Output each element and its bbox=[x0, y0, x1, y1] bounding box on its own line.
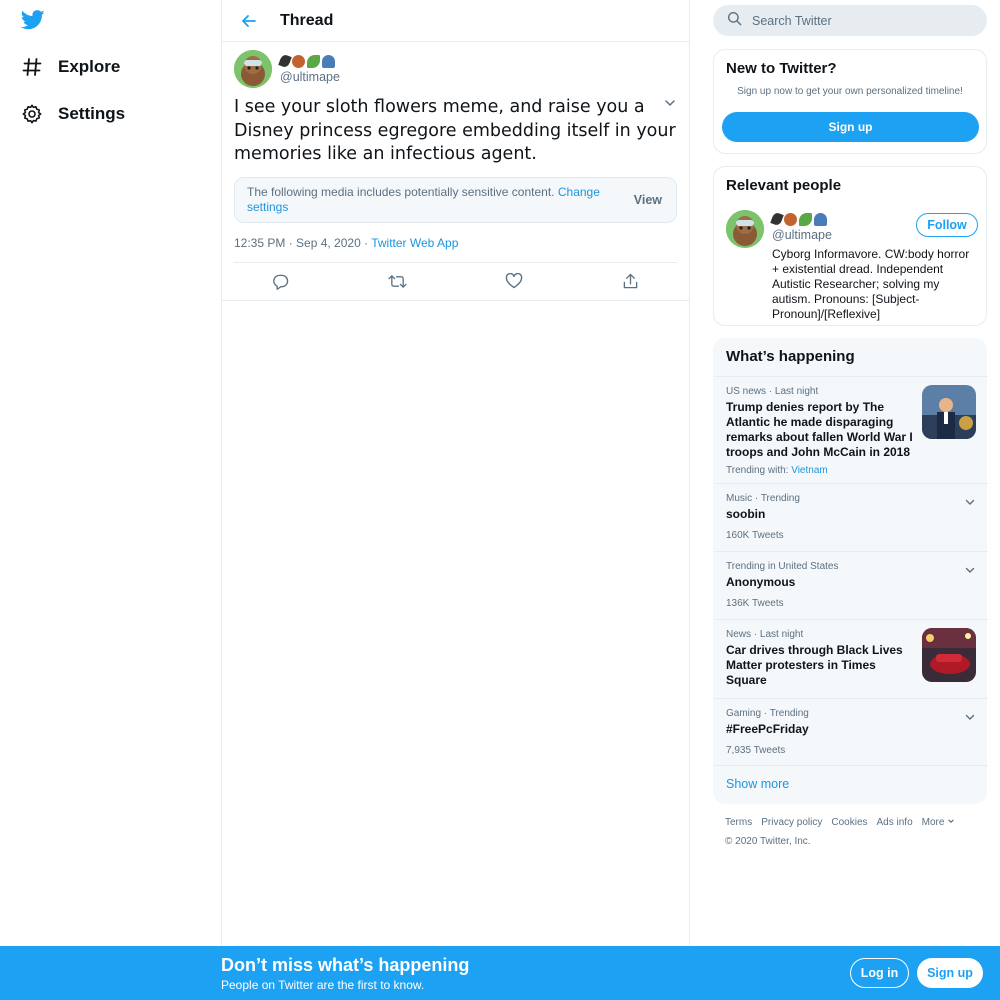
show-more-link[interactable]: Show more bbox=[714, 765, 988, 802]
tweet-user[interactable]: @ultimape bbox=[278, 53, 340, 84]
avatar[interactable] bbox=[234, 50, 272, 88]
share-icon[interactable] bbox=[621, 271, 641, 291]
trend-extra-link[interactable]: Vietnam bbox=[791, 465, 828, 476]
nav-label-explore: Explore bbox=[58, 57, 121, 76]
new-to-twitter-title: New to Twitter? bbox=[726, 60, 837, 77]
trend-title: Trump denies report by The Atlantic he m… bbox=[726, 400, 913, 459]
footer-links: Terms Privacy policy Cookies Ads info Mo… bbox=[725, 817, 985, 828]
chevron-down-icon[interactable] bbox=[964, 710, 976, 722]
tweet-meta: 12:35 PM · Sep 4, 2020 · Twitter Web App bbox=[234, 236, 677, 263]
login-button[interactable]: Log in bbox=[850, 958, 909, 988]
leaf-green-icon bbox=[307, 54, 320, 68]
leaf-green-icon bbox=[799, 212, 812, 226]
sensitive-message-text: The following media includes potentially… bbox=[247, 184, 555, 199]
sensitive-message: The following media includes potentially… bbox=[247, 185, 617, 215]
thread-header: Thread bbox=[222, 0, 689, 42]
tweet-header: @ultimape bbox=[234, 50, 677, 96]
search-box[interactable] bbox=[713, 5, 987, 36]
trend-context: Music · Trending bbox=[726, 493, 800, 504]
heart-icon[interactable] bbox=[504, 271, 524, 291]
bear-face-icon bbox=[784, 212, 797, 226]
chevron-down-icon bbox=[948, 819, 955, 823]
trend-title: Anonymous bbox=[726, 575, 796, 589]
banner-subtitle: People on Twitter are the first to know. bbox=[221, 978, 425, 992]
meta-separator: · bbox=[364, 235, 369, 250]
left-navigation: Explore Settings bbox=[0, 0, 221, 1000]
chevron-down-icon[interactable] bbox=[964, 495, 976, 507]
relevant-people-title: Relevant people bbox=[726, 177, 842, 194]
trend-thumbnail bbox=[922, 385, 976, 439]
trend-context: Trending in United States bbox=[726, 561, 839, 572]
leaf-dark-icon bbox=[770, 211, 784, 227]
reply-icon[interactable] bbox=[270, 271, 290, 291]
trend-item[interactable]: US news · Last night Trump denies report… bbox=[714, 376, 988, 483]
footer-link-privacy[interactable]: Privacy policy bbox=[761, 817, 822, 828]
twitter-logo-icon[interactable] bbox=[20, 9, 45, 33]
banner-title: Don’t miss what’s happening bbox=[221, 955, 470, 975]
footer-link-ads-info[interactable]: Ads info bbox=[877, 817, 913, 828]
footer: Terms Privacy policy Cookies Ads info Mo… bbox=[725, 817, 985, 847]
whats-happening-title: What’s happening bbox=[726, 348, 855, 365]
tweet-handle: @ultimape bbox=[280, 70, 340, 84]
trend-item[interactable]: News · Last night Car drives through Bla… bbox=[714, 619, 988, 698]
copyright: © 2020 Twitter, Inc. bbox=[725, 836, 811, 847]
tweet: @ultimape I see your sloth flowers meme,… bbox=[222, 42, 689, 301]
robot-face-icon bbox=[814, 212, 827, 226]
footer-more-label: More bbox=[921, 817, 945, 828]
trend-count: 136K Tweets bbox=[726, 598, 784, 609]
retweet-icon[interactable] bbox=[387, 271, 407, 291]
trend-item[interactable]: Trending in United States Anonymous 136K… bbox=[714, 551, 988, 619]
footer-link-terms[interactable]: Terms bbox=[725, 817, 752, 828]
avatar[interactable] bbox=[726, 210, 764, 248]
tweet-actions bbox=[222, 263, 689, 301]
robot-face-icon bbox=[322, 54, 335, 68]
relevant-person-info: @ultimape Cyborg Informavore. CW:body ho… bbox=[770, 210, 978, 322]
trend-extra-prefix: Trending with: bbox=[726, 465, 792, 476]
signup-button[interactable]: Sign up bbox=[722, 112, 979, 142]
signup-banner: Don’t miss what’s happening People on Tw… bbox=[0, 946, 1000, 1000]
chevron-down-icon[interactable] bbox=[964, 563, 976, 575]
whats-happening-card: What’s happening US news · Last night Tr… bbox=[713, 338, 988, 804]
page-title: Thread bbox=[280, 11, 334, 29]
search-input[interactable] bbox=[752, 13, 962, 28]
back-arrow-icon[interactable] bbox=[238, 10, 260, 32]
main-column: Thread @ultimape I see your sloth flower… bbox=[221, 0, 690, 1000]
relevant-people-card: Relevant people @ultimape Cyborg Informa… bbox=[713, 166, 987, 326]
gear-icon bbox=[20, 102, 44, 126]
trend-item[interactable]: Gaming · Trending #FreePcFriday 7,935 Tw… bbox=[714, 698, 988, 765]
new-to-twitter-card: New to Twitter? Sign up now to get your … bbox=[713, 49, 987, 154]
nav-item-settings[interactable]: Settings bbox=[20, 99, 125, 129]
tweet-timestamp[interactable]: 12:35 PM · Sep 4, 2020 bbox=[234, 236, 361, 250]
nav-item-explore[interactable]: Explore bbox=[20, 52, 120, 82]
trend-count: 160K Tweets bbox=[726, 530, 784, 541]
relevant-bio: Cyborg Informavore. CW:body horror + exi… bbox=[772, 247, 970, 321]
trend-context: Gaming · Trending bbox=[726, 708, 809, 719]
trend-item[interactable]: Music · Trending soobin 160K Tweets bbox=[714, 483, 988, 551]
chevron-down-icon[interactable] bbox=[663, 96, 677, 110]
follow-button[interactable]: Follow bbox=[916, 213, 978, 237]
new-to-twitter-subtitle: Sign up now to get your own personalized… bbox=[737, 86, 963, 97]
trend-thumbnail bbox=[922, 628, 976, 682]
trend-extra: Trending with: Vietnam bbox=[726, 465, 976, 476]
nav-label-settings: Settings bbox=[58, 104, 126, 123]
sensitive-media-notice: The following media includes potentially… bbox=[234, 176, 677, 223]
search-icon bbox=[727, 11, 742, 31]
footer-link-more[interactable]: More bbox=[922, 817, 956, 828]
trend-title: #FreePcFriday bbox=[726, 722, 809, 736]
leaf-dark-icon bbox=[278, 53, 292, 69]
trend-title: Car drives through Black Lives Matter pr… bbox=[726, 643, 903, 687]
trend-title: soobin bbox=[726, 507, 766, 521]
banner-signup-button[interactable]: Sign up bbox=[917, 958, 983, 988]
bear-face-icon bbox=[292, 54, 305, 68]
display-name-emoji bbox=[278, 53, 340, 69]
view-button[interactable]: View bbox=[634, 193, 662, 207]
footer-link-cookies[interactable]: Cookies bbox=[831, 817, 867, 828]
trend-count: 7,935 Tweets bbox=[726, 745, 786, 756]
tweet-source-link[interactable]: Twitter Web App bbox=[371, 236, 458, 250]
tweet-text: I see your sloth flowers meme, and raise… bbox=[234, 97, 676, 164]
hashtag-icon bbox=[20, 55, 44, 79]
